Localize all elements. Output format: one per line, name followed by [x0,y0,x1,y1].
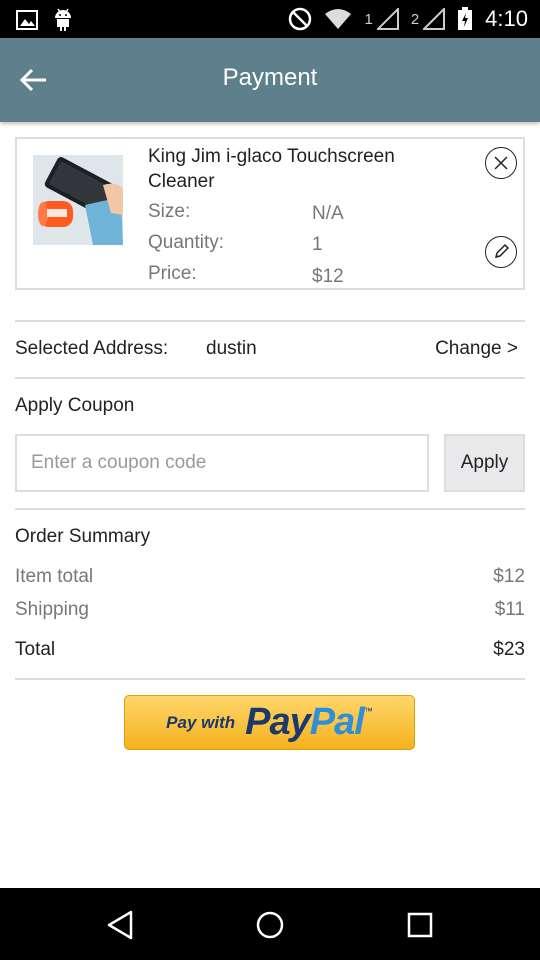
signal-icon [423,8,446,30]
size-label: Size: [148,201,191,222]
divider [15,377,525,379]
close-icon [494,156,508,170]
divider [15,320,525,322]
item-total-label: Item total [15,566,94,587]
battery-charging-icon [458,7,473,30]
remove-item-button[interactable] [485,147,517,179]
do-not-disturb-icon [289,7,312,31]
divider [15,678,525,680]
size-value: N/A [312,203,344,224]
change-address-link[interactable]: Change > [435,338,518,360]
paypal-logo-pal: Pal [309,701,365,743]
paypal-logo-pay: Pay [245,701,311,743]
item-total-value: $12 [493,566,525,587]
page-title: Payment [222,64,318,91]
order-summary-heading: Order Summary [15,526,151,547]
recents-square-icon[interactable] [403,908,437,942]
edit-item-button[interactable] [485,236,517,268]
shipping-value: $11 [494,599,525,620]
home-circle-icon[interactable] [253,908,287,942]
status-bar: 1 2 4:10 [0,0,540,38]
selected-address-label: Selected Address: [15,338,169,359]
coupon-input[interactable] [15,434,429,492]
sim2-label: 2 [410,10,420,28]
total-label: Total [15,639,56,660]
shipping-label: Shipping [15,599,89,620]
total-value: $23 [493,639,525,660]
image-icon [16,10,38,30]
wifi-icon [325,9,352,29]
quantity-value: 1 [312,234,323,255]
price-label: Price: [148,263,197,284]
quantity-label: Quantity: [148,232,225,253]
paypal-button[interactable]: Pay with PayPal ™ [124,695,415,750]
paypal-with-text: Pay with [166,712,236,732]
product-image [33,155,123,245]
product-name: King Jim i-glaco Touchscreen Cleaner [148,146,395,192]
pencil-icon [494,243,510,259]
navigation-bar [0,888,540,960]
paypal-trademark: ™ [363,706,373,716]
clock: 4:10 [485,6,528,31]
android-icon [55,8,71,31]
coupon-heading: Apply Coupon [15,395,135,416]
apply-coupon-button[interactable]: Apply [444,434,525,492]
product-card: King Jim i-glaco Touchscreen Cleaner Siz… [15,137,525,290]
back-triangle-icon[interactable] [103,908,137,942]
selected-address-value: dustin [206,338,257,359]
signal-icon [376,8,399,30]
sim1-label: 1 [364,10,373,28]
divider [15,508,525,510]
price-value: $12 [312,266,344,287]
app-bar: Payment [0,38,540,122]
paypal-logo: PayPal [245,701,365,744]
